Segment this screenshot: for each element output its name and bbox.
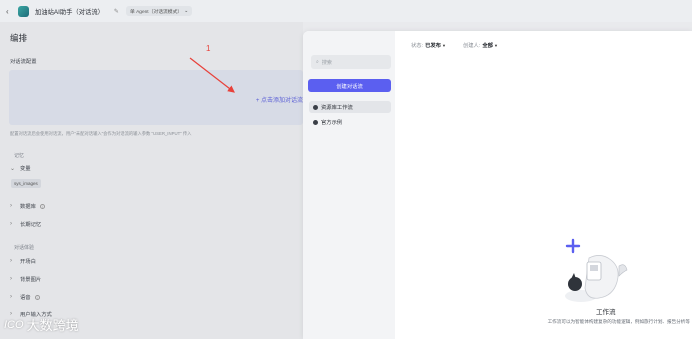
search-icon: ⌕ bbox=[316, 59, 319, 65]
chevron-down-icon: ⌄ bbox=[184, 8, 189, 14]
voice-row[interactable]: › 语音 i bbox=[10, 293, 40, 301]
caret-down-icon: ▼ bbox=[493, 43, 498, 48]
chevron-right-icon: › bbox=[10, 203, 12, 209]
add-workflow-modal: ⌕ 搜索 创建对话流 资源库工作流 官方示例 状态:已发布▼ 创建人:全部▼ bbox=[303, 31, 692, 339]
variables-label: 变量 bbox=[20, 166, 31, 172]
chevron-left-icon[interactable]: ‹ bbox=[6, 7, 14, 16]
panel-title: 编排 bbox=[10, 33, 28, 43]
chevron-down-icon: ⌄ bbox=[10, 165, 16, 172]
sidebar-item-label: 资源库工作流 bbox=[321, 105, 353, 111]
filter-bar: 状态: 已发布▼ 创建人: 全部▼ bbox=[411, 41, 498, 49]
status-filter[interactable]: 状态: 已发布▼ bbox=[411, 41, 446, 49]
empty-state-illustration bbox=[565, 238, 628, 302]
watermark-text: 大数跨境 bbox=[26, 318, 79, 333]
info-icon: i bbox=[34, 294, 40, 300]
sidebar-item-official-examples[interactable]: 官方示例 bbox=[309, 116, 391, 128]
caret-down-icon: ▼ bbox=[441, 43, 446, 48]
voice-label: 语音 bbox=[20, 295, 31, 301]
watermark-logo: ICO bbox=[4, 318, 24, 331]
database-row[interactable]: › 数据库 i bbox=[10, 202, 45, 210]
variable-chip: sys_images bbox=[11, 179, 41, 188]
chevron-right-icon: › bbox=[10, 276, 12, 282]
modal-sidebar: ⌕ 搜索 创建对话流 资源库工作流 官方示例 bbox=[303, 31, 395, 339]
long-memory-label: 长期记忆 bbox=[20, 222, 42, 228]
mode-label: 单 Agent（对话流模式） bbox=[129, 9, 183, 15]
agent-mode-selector[interactable]: 单 Agent（对话流模式） ⌄ bbox=[125, 6, 193, 16]
opening-row[interactable]: › 开场白 bbox=[10, 257, 36, 265]
orchestration-panel: 编排 对话流配置 + 点击添加对话流 配置对话流后会使用对话流，用户“未配对话输… bbox=[0, 22, 303, 339]
variables-row[interactable]: ⌄ 变量 bbox=[10, 164, 31, 173]
edit-icon[interactable]: ✎ bbox=[114, 8, 119, 15]
background-row[interactable]: › 背景图片 bbox=[10, 275, 41, 283]
empty-state-description: 工作流可以为智能体构建复杂的功能逻辑，例如旅行计划、报告分析等 bbox=[547, 319, 690, 324]
experience-group-label: 对话体验 bbox=[14, 245, 35, 251]
create-conversation-flow-button[interactable]: 创建对话流 bbox=[308, 79, 391, 92]
database-label: 数据库 bbox=[20, 204, 36, 210]
status-filter-value: 已发布 bbox=[425, 43, 441, 49]
sidebar-item-library-workflows[interactable]: 资源库工作流 bbox=[309, 101, 391, 113]
annotation-step-1: 1 bbox=[206, 44, 211, 53]
app-avatar bbox=[18, 5, 29, 17]
search-placeholder: 搜索 bbox=[321, 59, 332, 66]
memory-group-label: 记忆 bbox=[14, 153, 25, 159]
search-input[interactable]: ⌕ 搜索 bbox=[311, 55, 391, 69]
app-title: 加油站AI助手（对话流） bbox=[35, 8, 104, 16]
creator-filter-label: 创建人: bbox=[462, 43, 481, 49]
creator-filter-value: 全部 bbox=[482, 43, 493, 49]
example-icon bbox=[313, 119, 318, 125]
opening-label: 开场白 bbox=[20, 259, 36, 265]
creator-filter[interactable]: 创建人: 全部▼ bbox=[463, 41, 498, 49]
background-label: 背景图片 bbox=[20, 277, 42, 283]
workflow-icon bbox=[313, 104, 318, 110]
config-hint: 配置对话流后会使用对话流，用户“未配对话输入”会作为对话流的输入参数 “USER… bbox=[10, 131, 192, 136]
chevron-right-icon: › bbox=[10, 258, 12, 264]
empty-state-title: 工作流 bbox=[596, 309, 616, 316]
sidebar-item-label: 官方示例 bbox=[321, 120, 343, 126]
add-conversation-flow-area[interactable]: + 点击添加对话流 bbox=[9, 70, 303, 125]
watermark: ICO 大数跨境 bbox=[4, 315, 79, 334]
chevron-right-icon: › bbox=[10, 221, 12, 227]
conversation-config-label: 对话流配置 bbox=[10, 59, 37, 65]
info-icon: i bbox=[39, 203, 45, 209]
add-conversation-flow-link[interactable]: + 点击添加对话流 bbox=[256, 95, 303, 104]
top-bar: ‹ 加油站AI助手（对话流） ✎ 单 Agent（对话流模式） ⌄ bbox=[0, 0, 692, 22]
long-memory-row[interactable]: › 长期记忆 bbox=[10, 220, 41, 228]
chevron-right-icon: › bbox=[10, 294, 12, 300]
app-root: ‹ 加油站AI助手（对话流） ✎ 单 Agent（对话流模式） ⌄ 编排 对话流… bbox=[0, 0, 692, 339]
status-filter-label: 状态: bbox=[411, 43, 424, 49]
